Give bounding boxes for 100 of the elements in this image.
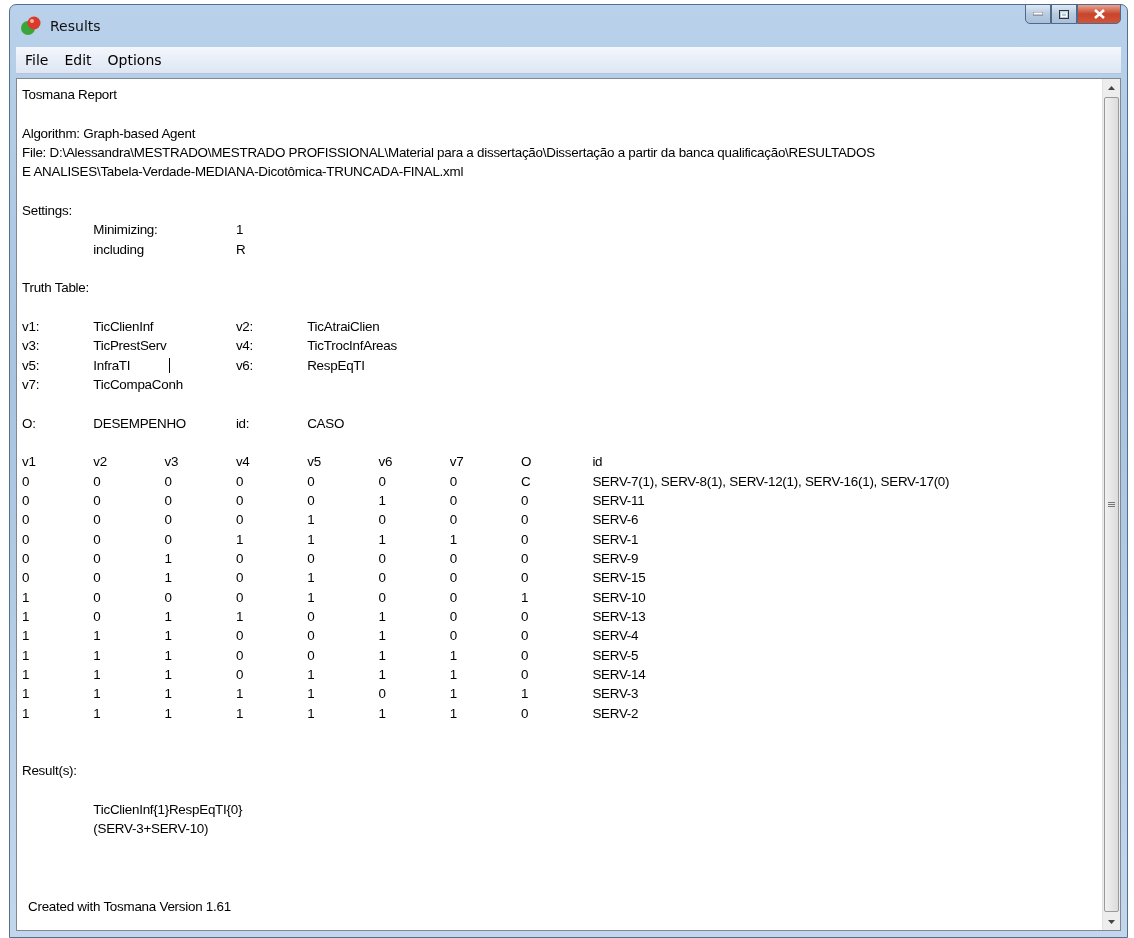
table-cell-text: 1	[164, 627, 172, 646]
table-cell-text: SERV-3	[592, 685, 639, 704]
table-cell-text: 1	[93, 627, 101, 646]
vertical-scrollbar[interactable]	[1102, 79, 1120, 930]
app-icon	[20, 16, 42, 36]
table-cell-text: 1	[307, 569, 315, 588]
table-cell-text: 1	[164, 646, 172, 665]
table-cell-text: 1	[378, 704, 386, 723]
file-path-text: File: D:\Alessandra\MESTRADO\MESTRADO PROFISSIONAL\Material para a dissertação\Dissertação a partir da banca qualificação\RESULTADOS	[22, 144, 875, 162]
table-cell-text: SERV-13	[592, 607, 646, 626]
table-cell-text: 0	[235, 549, 244, 568]
table-cell-text: 1	[164, 549, 172, 568]
file-path-text: E ANALISES\Tabela-Verdade-MEDIANA-Dicotômica-TRUNCADA-FINAL.xml	[22, 163, 464, 182]
table-cell-text: 1	[378, 530, 386, 549]
table-cell-text: 1	[307, 588, 315, 607]
table-cell-text: 0	[307, 646, 315, 665]
id-value: CASO	[307, 414, 345, 433]
close-button[interactable]	[1077, 4, 1121, 24]
table-cell-text: 0	[164, 530, 172, 549]
variable-name: TicCompaConh	[93, 375, 183, 394]
down-arrow-icon	[1108, 919, 1115, 924]
table-cell-text: SERV-4	[592, 627, 639, 646]
setting-label: Minimizing:	[93, 221, 158, 240]
table-cell-text: 0	[93, 530, 101, 549]
table-cell-text: 1	[235, 704, 244, 723]
variable-code: v2:	[235, 317, 253, 336]
id-label: id:	[235, 414, 250, 433]
table-cell-text: 0	[164, 472, 172, 491]
scroll-thumb[interactable]	[1104, 97, 1119, 912]
table-cell-text: 0	[521, 607, 529, 626]
table-cell-text: 0	[235, 588, 244, 607]
table-cell-text: 0	[449, 491, 457, 510]
table-cell-text: 0	[93, 607, 101, 626]
menu-item[interactable]: Options	[100, 50, 169, 70]
table-cell-text: SERV-7(1), SERV-8(1), SERV-12(1), SERV-16(1), SERV-17(0)	[592, 472, 950, 491]
window-title: Results	[50, 18, 102, 34]
result-text: TicClienInf{1}RespEqTI{0}	[93, 801, 243, 820]
table-cell-text: 1	[22, 665, 30, 684]
table-cell-text: 0	[521, 569, 529, 588]
minimize-button[interactable]	[1025, 4, 1051, 24]
table-cell-text: 0	[521, 491, 529, 510]
maximize-button[interactable]	[1051, 4, 1077, 24]
table-cell-text: SERV-11	[592, 491, 645, 510]
table-cell-text: 1	[93, 665, 101, 684]
table-cell-text: 1	[22, 607, 30, 626]
table-cell-text: 0	[449, 472, 457, 491]
table-cell-text: 0	[22, 549, 30, 568]
table-cell-text: 1	[235, 530, 244, 549]
table-header: v1	[22, 453, 36, 472]
table-cell-text: 0	[449, 511, 457, 530]
setting-value: R	[235, 240, 246, 259]
table-cell-text: 0	[378, 588, 386, 607]
menu-item[interactable]: Edit	[57, 50, 99, 70]
report-title: Tosmana Report	[22, 86, 117, 104]
setting-label: including	[93, 240, 144, 259]
maximize-icon	[1059, 9, 1069, 19]
table-cell-text: 0	[449, 627, 457, 646]
table-header: v2	[93, 453, 107, 472]
table-header: v4	[235, 453, 250, 472]
table-cell-text: 0	[235, 569, 244, 588]
table-cell-text: C	[521, 472, 531, 491]
table-cell-text: 0	[378, 549, 386, 568]
table-cell-text: 0	[307, 491, 315, 510]
variable-code: v1:	[22, 317, 40, 336]
table-cell-text: 1	[307, 511, 315, 530]
table-cell-text: 0	[93, 491, 101, 510]
menu-item[interactable]: File	[18, 50, 56, 70]
up-arrow-icon	[1108, 85, 1115, 90]
table-cell-text: 0	[521, 549, 529, 568]
table-cell-text: 1	[164, 685, 172, 704]
table-cell-text: 0	[307, 549, 315, 568]
result-text: (SERV-3+SERV-10)	[93, 820, 209, 839]
variable-name: InfraTI	[93, 356, 131, 375]
table-cell-text: 0	[521, 665, 529, 684]
table-cell-text: 0	[93, 588, 101, 607]
table-cell-text: 0	[164, 491, 172, 510]
table-cell-text: 0	[235, 472, 244, 491]
table-cell-text: 0	[521, 530, 529, 549]
table-cell-text: 1	[521, 588, 529, 607]
table-cell-text: SERV-5	[592, 646, 639, 665]
variable-code: v6:	[235, 356, 253, 375]
footer-text: Created with Tosmana Version 1.61	[28, 897, 231, 916]
table-cell-text: 1	[378, 607, 386, 626]
table-header: v6	[378, 453, 393, 472]
table-cell-text: 1	[521, 685, 529, 704]
table-cell-text: 0	[378, 472, 386, 491]
text-cursor	[168, 357, 170, 373]
table-cell-text: 0	[22, 511, 30, 530]
table-cell-text: 0	[22, 569, 30, 588]
table-header: v7	[449, 453, 464, 472]
section-label: Truth Table:	[22, 279, 89, 298]
table-cell-text: 0	[307, 607, 315, 626]
table-cell-text: 1	[164, 607, 172, 626]
table-cell-text: 1	[307, 685, 315, 704]
variable-name: TicAtraiClien	[307, 317, 380, 336]
table-cell-text: 0	[235, 491, 244, 510]
grip-icon	[1108, 501, 1115, 508]
algorithm-text: Algorithm: Graph-based Agent	[22, 124, 196, 143]
outcome-label: O:	[22, 414, 36, 433]
table-cell-text: 1	[449, 530, 457, 549]
